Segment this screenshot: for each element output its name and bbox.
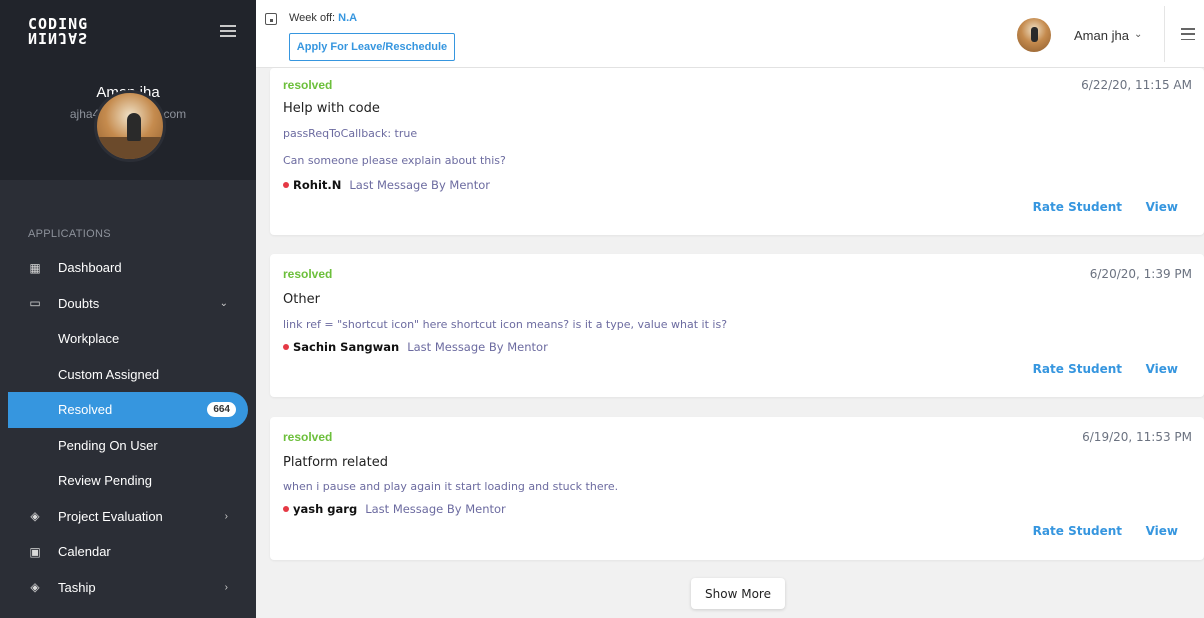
sidebar-item-resolved[interactable]: Resolved 664 — [8, 392, 248, 428]
calendar-icon: ▣ — [29, 544, 41, 559]
doubt-card: resolved 6/19/20, 11:53 PM Platform rela… — [270, 417, 1204, 560]
hamburger-menu-icon[interactable] — [220, 25, 236, 37]
header-divider — [1164, 6, 1165, 62]
resolved-count-badge: 664 — [207, 402, 236, 418]
sidebar-item-label: Doubts — [58, 295, 100, 311]
chevron-right-icon: › — [224, 581, 228, 593]
view-link[interactable]: View — [1146, 362, 1178, 376]
sidebar: CODING NINJAS Aman jha ajha4942@gmail.co… — [0, 0, 256, 618]
doubt-card: resolved 6/20/20, 1:39 PM Other link ref… — [270, 254, 1204, 397]
chevron-down-icon[interactable]: ⌄ — [1134, 29, 1142, 40]
apply-for-leave-button[interactable]: Apply For Leave/Reschedule — [289, 33, 455, 61]
last-message-info: Sachin Sangwan Last Message By Mentor — [283, 340, 548, 354]
status-badge: resolved — [283, 267, 333, 281]
dashboard-icon: ▦ — [29, 260, 41, 275]
doubt-timestamp: 6/19/20, 11:53 PM — [1082, 430, 1192, 444]
sidebar-item-review-pending[interactable]: Review Pending — [0, 463, 256, 499]
avatar[interactable] — [1017, 18, 1051, 52]
rate-student-link[interactable]: Rate Student — [1033, 362, 1122, 376]
last-message-label: Last Message By Mentor — [349, 178, 490, 192]
calendar-icon — [265, 13, 277, 25]
sidebar-nav: ▦ Dashboard ▭ Doubts ⌄ Workplace Custom … — [0, 250, 256, 605]
last-message-info: yash garg Last Message By Mentor — [283, 502, 506, 516]
doubt-card: resolved 6/22/20, 11:15 AM Help with cod… — [270, 68, 1204, 235]
doubt-timestamp: 6/22/20, 11:15 AM — [1081, 78, 1192, 92]
taship-icon: ◈ — [30, 580, 40, 595]
sidebar-item-workplace[interactable]: Workplace — [0, 321, 256, 357]
status-dot — [283, 506, 289, 512]
status-dot — [283, 182, 289, 188]
sidebar-item-label: Resolved — [58, 402, 113, 418]
doubt-title: Platform related — [283, 455, 388, 470]
sidebar-item-pending-on-user[interactable]: Pending On User — [0, 428, 256, 464]
last-message-label: Last Message By Mentor — [407, 340, 548, 354]
last-message-info: Rohit.N Last Message By Mentor — [283, 178, 490, 192]
last-message-label: Last Message By Mentor — [365, 502, 506, 516]
status-dot — [283, 344, 289, 350]
doubt-description-line: Can someone please explain about this? — [283, 154, 506, 167]
sidebar-item-label: Custom Assigned — [58, 366, 160, 382]
rate-student-link[interactable]: Rate Student — [1033, 524, 1122, 538]
week-off-value: N.A — [338, 12, 358, 24]
doubt-title: Other — [283, 292, 320, 307]
applications-section-label: APPLICATIONS — [28, 228, 111, 240]
week-off-label: Week off: — [289, 12, 336, 24]
week-off-info: Week off: N.A — [289, 12, 357, 24]
sidebar-item-label: Pending On User — [58, 437, 158, 453]
logo-line-2: NINJAS — [28, 29, 89, 47]
doubt-description-line: link ref = "shortcut icon" here shortcut… — [283, 318, 728, 331]
sidebar-item-dashboard[interactable]: ▦ Dashboard — [0, 250, 256, 286]
sidebar-item-custom-assigned[interactable]: Custom Assigned — [0, 357, 256, 393]
status-badge: resolved — [283, 430, 333, 444]
doubt-description-line: when i pause and play again it start loa… — [283, 480, 619, 493]
sidebar-item-label: Calendar — [58, 544, 111, 560]
student-name: Sachin Sangwan — [293, 340, 400, 354]
rate-student-link[interactable]: Rate Student — [1033, 200, 1122, 214]
status-badge: resolved — [283, 78, 333, 92]
list-menu-icon[interactable] — [1181, 28, 1195, 40]
sidebar-item-label: Review Pending — [58, 473, 152, 489]
sidebar-item-calendar[interactable]: ▣ Calendar — [0, 534, 256, 570]
profile-avatar[interactable] — [94, 90, 166, 162]
student-name: yash garg — [293, 502, 358, 516]
chevron-down-icon: ⌄ — [219, 297, 228, 309]
view-link[interactable]: View — [1146, 200, 1178, 214]
chevron-right-icon: › — [224, 510, 228, 522]
sidebar-item-label: Taship — [58, 579, 96, 595]
sidebar-item-label: Workplace — [58, 331, 120, 347]
doubts-icon: ▭ — [29, 296, 41, 311]
sidebar-item-label: Project Evaluation — [58, 508, 163, 524]
sidebar-item-taship[interactable]: ◈ Taship › — [0, 570, 256, 606]
doubt-timestamp: 6/20/20, 1:39 PM — [1089, 267, 1192, 281]
doubt-description-line: passReqToCallback: true — [283, 127, 418, 140]
sidebar-item-project-evaluation[interactable]: ◈ Project Evaluation › — [0, 499, 256, 535]
sidebar-item-doubts[interactable]: ▭ Doubts ⌄ — [0, 286, 256, 322]
logo[interactable]: CODING NINJAS — [28, 17, 89, 48]
view-link[interactable]: View — [1146, 524, 1178, 538]
project-evaluation-icon: ◈ — [30, 509, 40, 524]
student-name: Rohit.N — [293, 178, 342, 192]
brand-bar: CODING NINJAS — [0, 0, 256, 62]
header-user-name[interactable]: Aman jha — [1074, 28, 1129, 43]
sidebar-item-label: Dashboard — [58, 260, 122, 276]
doubt-title: Help with code — [283, 101, 380, 116]
show-more-button[interactable]: Show More — [691, 578, 785, 609]
top-header: Week off: N.A Apply For Leave/Reschedule… — [256, 0, 1204, 68]
